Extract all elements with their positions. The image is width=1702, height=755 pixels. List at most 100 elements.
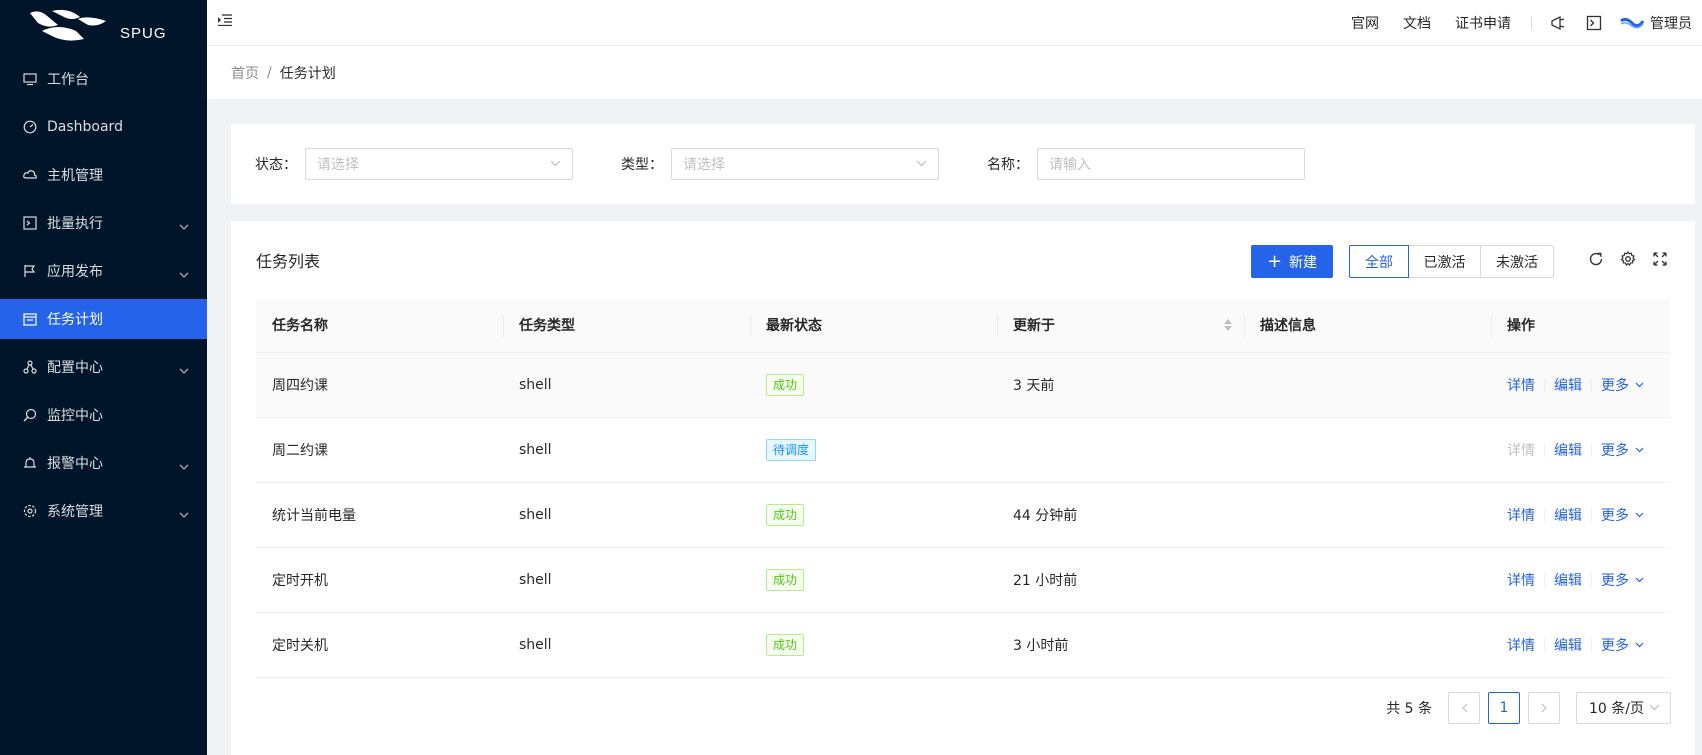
type-select[interactable]: 请选择 [671, 148, 939, 180]
user-menu[interactable]: 管理员 [1620, 13, 1692, 33]
svg-text:SPUG: SPUG [120, 25, 167, 42]
menu-fold-icon[interactable] [218, 14, 232, 30]
column-header-label: 任务名称 [272, 318, 328, 335]
setting-icon[interactable] [1620, 251, 1636, 267]
row-actions: 详情 编辑 更多 [1507, 505, 1654, 525]
sidebar-item[interactable]: 批量执行 [0, 203, 207, 243]
sidebar-item[interactable]: 报警中心 [0, 443, 207, 483]
more-label: 更多 [1601, 572, 1629, 589]
page-size-select[interactable]: 10 条/页 [1576, 692, 1671, 724]
updated-time: 3 小时前 [1013, 637, 1069, 654]
next-page-button[interactable] [1528, 692, 1560, 724]
desktop-icon [23, 72, 37, 86]
sidebar-item-label: 批量执行 [47, 216, 103, 232]
more-dropdown[interactable]: 更多 [1601, 375, 1644, 395]
task-name-cell: 统计当前电量 [256, 482, 503, 548]
edit-link[interactable]: 编辑 [1554, 635, 1582, 655]
sidebar-item-label: Dashboard [47, 119, 123, 135]
detail-link[interactable]: 详情 [1507, 375, 1535, 395]
task-type-cell: shell [503, 352, 750, 418]
description-cell [1244, 417, 1491, 483]
spug-logo[interactable]: SPUG [0, 0, 207, 52]
radio-inactive[interactable]: 未激活 [1480, 245, 1554, 278]
task-name-cell: 周二约课 [256, 417, 503, 483]
sidebar-item[interactable]: 监控中心 [0, 395, 207, 435]
edit-link[interactable]: 编辑 [1554, 375, 1582, 395]
sidebar-item[interactable]: 配置中心 [0, 347, 207, 387]
edit-link[interactable]: 编辑 [1554, 505, 1582, 525]
new-task-button[interactable]: + 新建 [1251, 245, 1333, 278]
breadcrumb-home[interactable]: 首页 [231, 63, 259, 83]
sidebar-item[interactable]: Dashboard [0, 107, 207, 147]
sidebar-item-label: 任务计划 [47, 312, 103, 328]
column-header: 操作 [1491, 299, 1670, 353]
status-select[interactable]: 请选择 [305, 148, 573, 180]
more-dropdown[interactable]: 更多 [1601, 635, 1644, 655]
task-type-cell: shell [503, 612, 750, 678]
detail-link[interactable]: 详情 [1507, 635, 1535, 655]
avatar [1620, 17, 1644, 29]
fullscreen-icon[interactable] [1652, 251, 1668, 267]
notification-icon[interactable] [1550, 15, 1566, 31]
sidebar-item[interactable]: 工作台 [0, 59, 207, 99]
radio-active[interactable]: 已激活 [1408, 245, 1481, 278]
status-filter: 状态： 请选择 [255, 148, 573, 180]
status-filter-label: 状态： [255, 157, 297, 173]
link-license[interactable]: 证书申请 [1455, 13, 1511, 33]
terminal-icon[interactable] [1586, 15, 1602, 31]
table-tools [1588, 251, 1684, 267]
new-task-label: 新建 [1289, 254, 1318, 271]
detail-link[interactable]: 详情 [1507, 505, 1535, 525]
link-official-site[interactable]: 官网 [1351, 13, 1379, 33]
column-header-sortable[interactable]: 更新于 [997, 299, 1244, 353]
prev-page-button[interactable] [1448, 692, 1480, 724]
task-type: shell [519, 506, 552, 523]
task-table-card: 任务列表 + 新建 全部 已激活 未激活 任务名称 任务类型 最新状态 更新于 [231, 221, 1695, 755]
sidebar-item[interactable]: 系统管理 [0, 491, 207, 531]
column-header: 最新状态 [750, 299, 997, 353]
action-divider [1544, 442, 1545, 457]
updated-time: 21 小时前 [1013, 572, 1078, 589]
page-number-button[interactable]: 1 [1488, 692, 1520, 724]
detail-link[interactable]: 详情 [1507, 440, 1535, 460]
chevron-down-icon [1635, 577, 1644, 582]
status-badge: 成功 [766, 633, 805, 656]
code-icon [23, 216, 37, 230]
link-docs[interactable]: 文档 [1403, 13, 1431, 33]
schedule-icon [23, 312, 37, 326]
status-badge: 成功 [766, 568, 805, 591]
more-label: 更多 [1601, 377, 1629, 394]
sidebar-item[interactable]: 应用发布 [0, 251, 207, 291]
more-label: 更多 [1601, 442, 1629, 459]
more-label: 更多 [1601, 507, 1629, 524]
edit-link[interactable]: 编辑 [1554, 440, 1582, 460]
row-actions: 详情 编辑 更多 [1507, 440, 1654, 460]
description-cell [1244, 352, 1491, 418]
task-type: shell [519, 376, 552, 393]
more-dropdown[interactable]: 更多 [1601, 440, 1644, 460]
more-dropdown[interactable]: 更多 [1601, 505, 1644, 525]
task-name: 周二约课 [272, 442, 328, 459]
status-cell: 成功 [750, 352, 997, 418]
radio-all[interactable]: 全部 [1349, 245, 1409, 278]
column-header: 任务类型 [503, 299, 750, 353]
action-divider [1544, 572, 1545, 587]
sidebar-item[interactable]: 主机管理 [0, 155, 207, 195]
more-dropdown[interactable]: 更多 [1601, 570, 1644, 590]
filter-panel: 状态： 请选择 类型： 请选择 名称： 请输入 [231, 124, 1695, 204]
detail-link[interactable]: 详情 [1507, 570, 1535, 590]
sidebar-item-label: 应用发布 [47, 264, 103, 280]
task-name-cell: 定时关机 [256, 612, 503, 678]
actions-cell: 详情 编辑 更多 [1491, 482, 1670, 548]
reload-icon[interactable] [1588, 251, 1604, 267]
sidebar-item-label: 工作台 [47, 72, 89, 88]
updated-time: 3 天前 [1013, 377, 1055, 394]
sort-icon[interactable] [1224, 319, 1232, 331]
edit-link[interactable]: 编辑 [1554, 570, 1582, 590]
chevron-down-icon [1635, 382, 1644, 387]
name-input[interactable]: 请输入 [1037, 148, 1305, 180]
setting-icon [23, 504, 37, 518]
task-name-cell: 定时开机 [256, 547, 503, 613]
header-divider [1531, 16, 1532, 30]
sidebar-item[interactable]: 任务计划 [0, 299, 207, 339]
